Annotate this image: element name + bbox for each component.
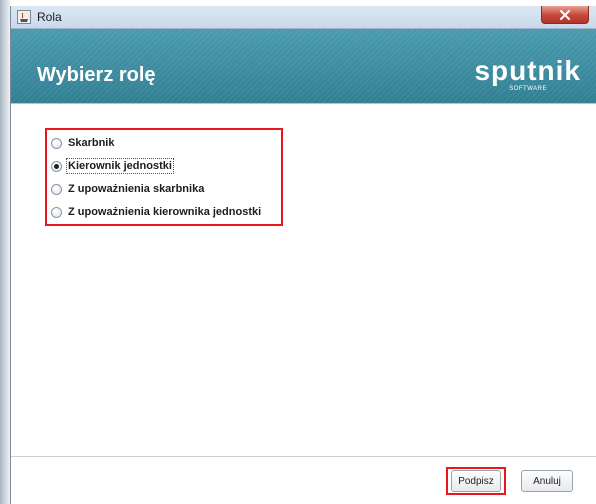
- radio-label: Z upoważnienia skarbnika: [68, 183, 205, 195]
- dialog-heading: Wybierz rolę: [37, 64, 156, 86]
- radio-button[interactable]: [51, 206, 62, 218]
- sign-button[interactable]: Podpisz: [451, 470, 501, 492]
- close-button[interactable]: [541, 6, 589, 24]
- radio-label: Kierownik jednostki: [66, 158, 174, 174]
- logo-subtext: SOFTWARE: [509, 86, 547, 92]
- window-title: Rola: [37, 10, 62, 24]
- java-app-icon: [17, 10, 31, 24]
- radio-option-z-upowaznienia-kierownika[interactable]: Z upoważnienia kierownika jednostki: [51, 202, 283, 222]
- radio-button[interactable]: [51, 137, 62, 149]
- logo-text: sputnik: [474, 55, 581, 86]
- header-banner: Wybierz rolę sputnik SOFTWARE: [11, 29, 596, 103]
- banner-divider: [11, 103, 596, 104]
- close-icon: [560, 9, 570, 20]
- radio-label: Skarbnik: [68, 137, 115, 149]
- radio-button[interactable]: [51, 160, 62, 172]
- radio-option-kierownik-jednostki[interactable]: Kierownik jednostki: [51, 156, 283, 176]
- radio-button[interactable]: [51, 183, 62, 195]
- radio-label: Z upoważnienia kierownika jednostki: [68, 206, 262, 218]
- background-window-edge: [0, 0, 10, 504]
- radio-option-z-upowaznienia-skarbnika[interactable]: Z upoważnienia skarbnika: [51, 179, 283, 199]
- sputnik-logo: sputnik SOFTWARE: [461, 56, 581, 98]
- title-bar: Rola: [11, 6, 596, 29]
- cancel-button[interactable]: Anuluj: [521, 470, 573, 492]
- radio-option-skarbnik[interactable]: Skarbnik: [51, 133, 283, 153]
- role-radio-group: Skarbnik Kierownik jednostki Z upoważnie…: [45, 128, 283, 226]
- footer-divider: [11, 456, 596, 457]
- role-dialog: Rola Wybierz rolę sputnik SOFTWARE Skarb…: [10, 6, 596, 504]
